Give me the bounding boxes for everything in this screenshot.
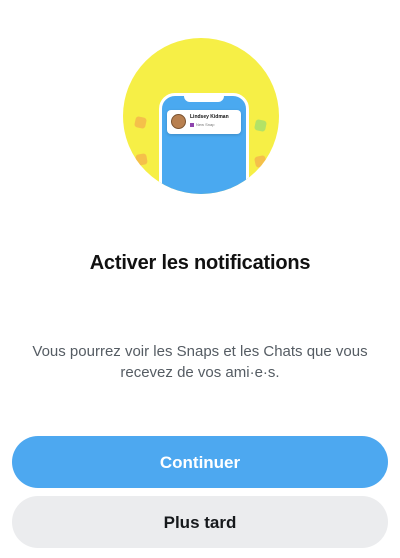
later-button[interactable]: Plus tard (12, 496, 388, 548)
notification-subtitle: New Snap (190, 122, 214, 127)
avatar (171, 114, 186, 129)
notification-subtitle-text: New Snap (196, 122, 215, 127)
notification-illustration: Lindsey Kidman New Snap (123, 38, 279, 218)
page-description: Vous pourrez voir les Snaps et les Chats… (32, 343, 368, 381)
continue-button[interactable]: Continuer (12, 436, 388, 488)
snap-square-icon (133, 115, 148, 130)
snap-square-icon (253, 154, 268, 169)
phone-icon (159, 93, 249, 194)
snap-square-icon (135, 153, 148, 166)
phone-notch (184, 95, 224, 102)
chat-square-icon (253, 118, 268, 133)
notification-sender-name: Lindsey Kidman (190, 114, 229, 120)
notification-card: Lindsey Kidman New Snap (167, 110, 241, 134)
snap-indicator-icon (190, 122, 194, 127)
notification-permission-screen: Lindsey Kidman New Snap Activer les noti… (0, 0, 400, 558)
page-title: Activer les notifications (89, 252, 311, 274)
